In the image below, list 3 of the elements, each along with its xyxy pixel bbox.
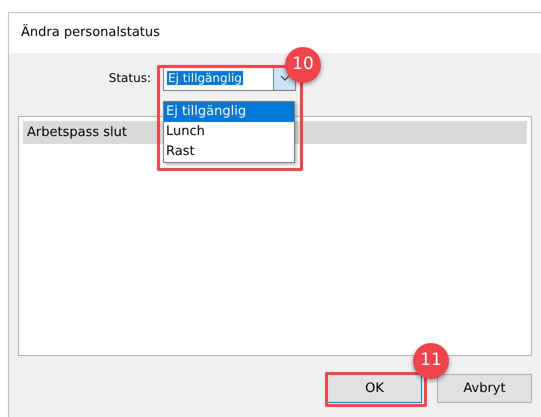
status-label: Status: bbox=[108, 70, 151, 87]
window-title: Ändra personalstatus bbox=[21, 23, 160, 42]
selected-value: Ej tillgänglig bbox=[167, 71, 243, 85]
